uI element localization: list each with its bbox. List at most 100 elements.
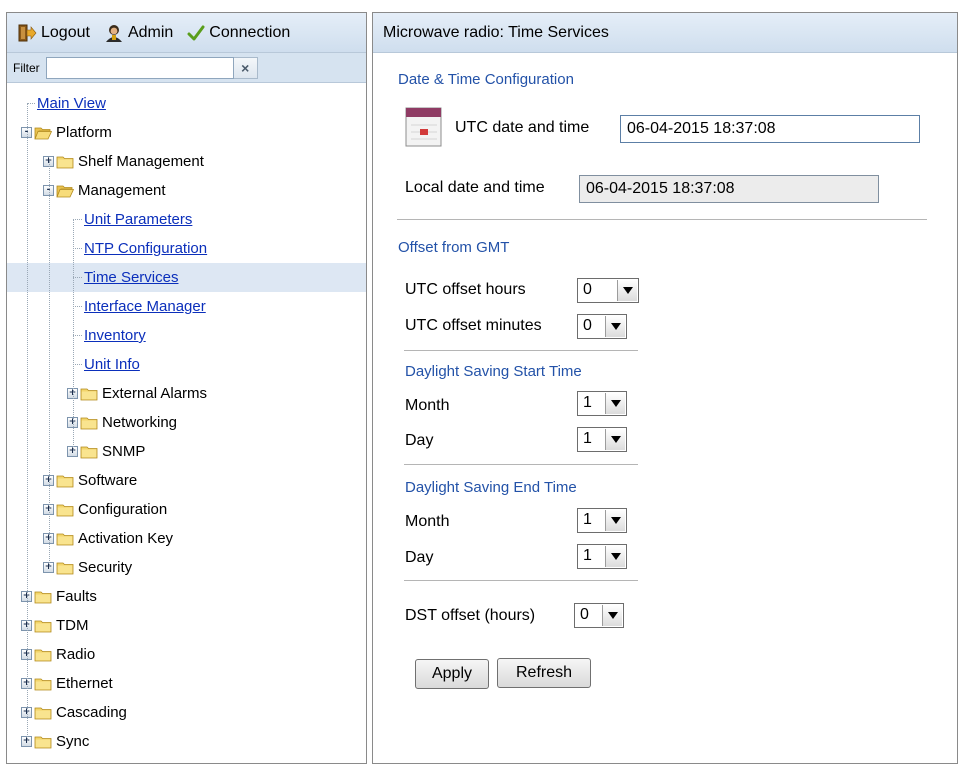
chevron-down-icon — [605, 429, 625, 450]
tree-item-configuration[interactable]: + Configuration — [7, 495, 366, 524]
tree-item-software[interactable]: + Software — [7, 466, 366, 495]
dst-start-month-value: 1 — [583, 394, 592, 411]
divider — [404, 464, 638, 465]
tree-label: Security — [78, 559, 133, 576]
tree-link[interactable]: Unit Parameters — [84, 211, 192, 228]
tree-label: Configuration — [78, 501, 168, 518]
tree-link[interactable]: NTP Configuration — [84, 240, 207, 257]
logout-label: Logout — [41, 23, 90, 41]
dst-offset-select[interactable]: 0 — [574, 603, 624, 628]
tree-label: Cascading — [56, 704, 127, 721]
tree-link[interactable]: Main View — [37, 95, 106, 112]
tree-item-time-services[interactable]: Time Services — [7, 263, 366, 292]
logout-icon — [18, 24, 37, 41]
tree-item-ethernet[interactable]: + Ethernet — [7, 669, 366, 698]
tree-item-radio[interactable]: + Radio — [7, 640, 366, 669]
tree-guide-line — [73, 335, 82, 336]
utc-offset-minutes-value: 0 — [583, 317, 592, 334]
connection-status[interactable]: Connection — [187, 24, 290, 42]
tree-label: Ethernet — [56, 675, 113, 692]
tree-item-inventory[interactable]: Inventory — [7, 321, 366, 350]
apply-button[interactable]: Apply — [415, 659, 489, 689]
tree-item-security[interactable]: + Security — [7, 553, 366, 582]
tree-item-snmp[interactable]: + SNMP — [7, 437, 366, 466]
refresh-button[interactable]: Refresh — [497, 658, 591, 688]
calendar-icon[interactable] — [405, 106, 443, 148]
tree-item-shelf-management[interactable]: + Shelf Management — [7, 147, 366, 176]
offset-section-title: Offset from GMT — [398, 239, 510, 256]
top-toolbar: Logout Admin Connection — [7, 13, 366, 53]
page-title: Microwave radio: Time Services — [373, 13, 957, 53]
folder-icon — [34, 735, 56, 749]
chevron-down-icon — [602, 605, 622, 626]
tree-item-sync[interactable]: + Sync — [7, 727, 366, 756]
admin-button[interactable]: Admin — [104, 23, 173, 43]
logout-button[interactable]: Logout — [17, 23, 90, 43]
tree-label: Software — [78, 472, 138, 489]
folder-icon — [56, 155, 78, 169]
dst-start-day-value: 1 — [583, 430, 592, 447]
tree-item-main-view[interactable]: Main View — [7, 89, 366, 118]
filter-clear-button[interactable]: × — [233, 56, 258, 79]
tree-label: Sync — [56, 733, 90, 750]
navigation-tree: Main View - Platform + Shelf Management - Mana… — [7, 83, 366, 756]
dst-end-section-title: Daylight Saving End Time — [405, 479, 577, 496]
utc-datetime-label: UTC date and time — [455, 119, 590, 136]
utc-offset-hours-value: 0 — [583, 281, 592, 298]
tree-item-ntp-configuration[interactable]: NTP Configuration — [7, 234, 366, 263]
tree-label: External Alarms — [102, 385, 208, 402]
tree-item-interface-manager[interactable]: Interface Manager — [7, 292, 366, 321]
datetime-section-title: Date & Time Configuration — [398, 71, 574, 88]
chevron-down-icon — [605, 316, 625, 337]
checkmark-icon — [187, 25, 205, 40]
tree-item-management[interactable]: - Management — [7, 176, 366, 205]
tree-guide-line — [73, 364, 82, 365]
dst-end-month-label: Month — [405, 513, 450, 530]
tree-link[interactable]: Unit Info — [84, 356, 140, 373]
tree-link[interactable]: Time Services — [84, 269, 178, 286]
tree-label: Shelf Management — [78, 153, 204, 170]
tree-item-unit-parameters[interactable]: Unit Parameters — [7, 205, 366, 234]
tree-link[interactable]: Inventory — [84, 327, 146, 344]
tree-guide-line — [27, 103, 35, 104]
close-icon: × — [241, 59, 250, 76]
dst-end-month-select[interactable]: 1 — [577, 508, 627, 533]
dst-start-month-select[interactable]: 1 — [577, 391, 627, 416]
tree-item-platform[interactable]: - Platform — [7, 118, 366, 147]
dst-start-section-title: Daylight Saving Start Time — [405, 363, 582, 380]
tree-label: Management — [78, 182, 166, 199]
utc-offset-hours-label: UTC offset hours — [405, 281, 526, 298]
tree-item-tdm[interactable]: + TDM — [7, 611, 366, 640]
utc-offset-hours-select[interactable]: 0 — [577, 278, 639, 303]
tree-item-unit-info[interactable]: Unit Info — [7, 350, 366, 379]
utc-offset-minutes-select[interactable]: 0 — [577, 314, 627, 339]
folder-icon — [56, 532, 78, 546]
local-datetime-label: Local date and time — [405, 179, 545, 196]
tree-link[interactable]: Interface Manager — [84, 298, 206, 315]
folder-icon — [56, 561, 78, 575]
filter-label: Filter — [13, 60, 40, 75]
tree-guide-line — [73, 277, 82, 278]
tree-item-networking[interactable]: + Networking — [7, 408, 366, 437]
dst-end-day-select[interactable]: 1 — [577, 544, 627, 569]
tree-guide-line — [73, 219, 82, 220]
tree-item-activation-key[interactable]: + Activation Key — [7, 524, 366, 553]
tree-label: SNMP — [102, 443, 146, 460]
tree-item-cascading[interactable]: + Cascading — [7, 698, 366, 727]
utc-datetime-input[interactable] — [620, 115, 920, 143]
dst-start-day-select[interactable]: 1 — [577, 427, 627, 452]
tree-item-external-alarms[interactable]: + External Alarms — [7, 379, 366, 408]
dst-start-month-label: Month — [405, 397, 450, 414]
connection-label: Connection — [209, 23, 291, 41]
dst-end-month-value: 1 — [583, 511, 592, 528]
filter-input[interactable] — [45, 56, 234, 79]
navigation-pane: Logout Admin Connection Filter × Main Vi… — [6, 12, 367, 764]
tree-label: Faults — [56, 588, 97, 605]
content-pane: Microwave radio: Time Services Date & Ti… — [372, 12, 958, 764]
tree-label: Activation Key — [78, 530, 174, 547]
tree-item-faults[interactable]: + Faults — [7, 582, 366, 611]
dst-offset-value: 0 — [580, 606, 589, 623]
dst-end-day-label: Day — [405, 549, 434, 566]
dst-end-day-value: 1 — [583, 547, 592, 564]
folder-icon — [80, 416, 102, 430]
